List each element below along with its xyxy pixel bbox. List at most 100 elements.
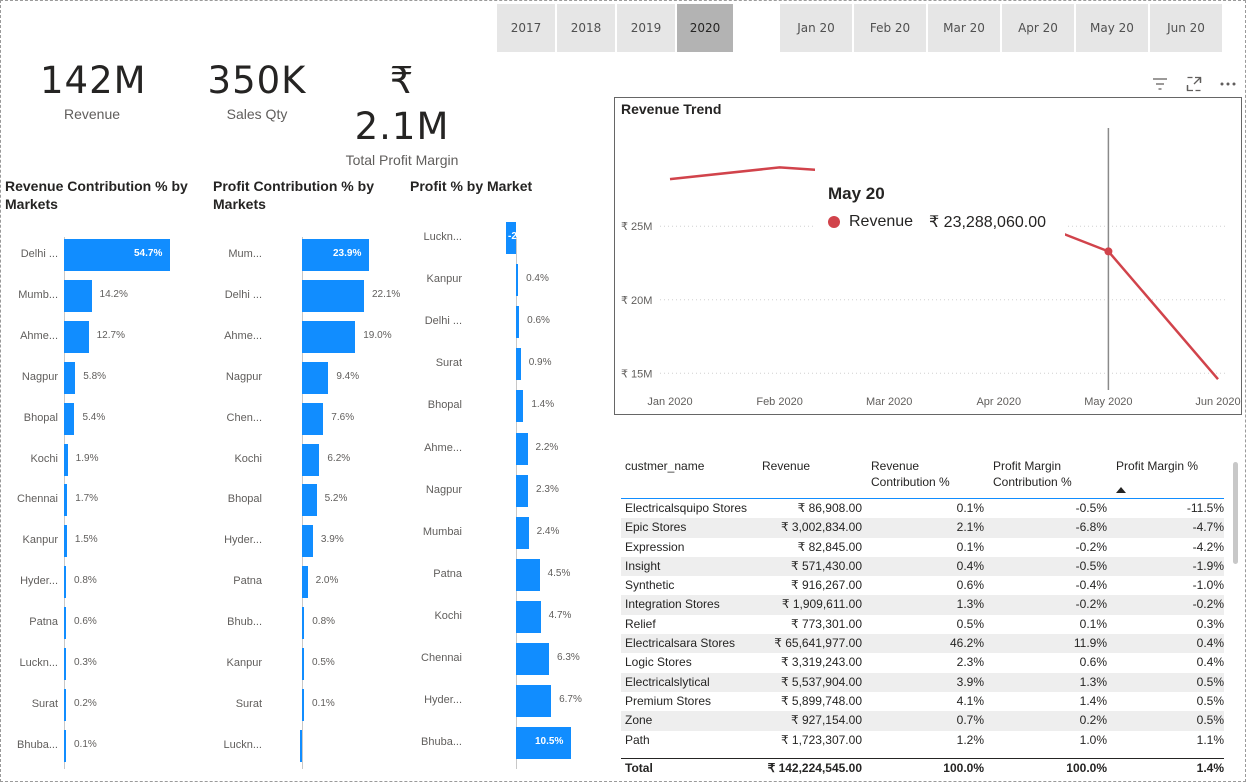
bar[interactable]	[302, 566, 308, 599]
bar-data-label: 1.9%	[75, 452, 99, 464]
bar[interactable]	[516, 685, 552, 718]
table-row[interactable]: Electricalsquipo Stores ₹ 86,908.00 0.1% -0…	[621, 499, 1224, 518]
bar-data-label: 14.2%	[99, 288, 128, 300]
column-header-revenue-contribution[interactable]: Revenue Contribution %	[871, 458, 950, 490]
bar[interactable]	[516, 643, 549, 675]
data-point-marker[interactable]	[1104, 247, 1113, 256]
bar[interactable]	[64, 402, 75, 435]
bar[interactable]	[516, 432, 528, 465]
bar[interactable]	[302, 320, 356, 353]
column-header-revenue[interactable]: Revenue	[762, 458, 810, 474]
table-row[interactable]: Relief ₹ 773,301.00 0.5% 0.1% 0.3%	[621, 615, 1224, 634]
bar[interactable]	[64, 566, 66, 599]
bar[interactable]	[64, 607, 66, 640]
bar[interactable]	[64, 729, 66, 762]
table-row[interactable]: Electricalsara Stores ₹ 65,641,977.00 46.2…	[621, 634, 1224, 654]
table-row[interactable]: Premium Stores ₹ 5,899,748.00 4.1% 1.4% 0.5%	[621, 692, 1224, 711]
table-cell: Electricalslytical	[625, 674, 710, 689]
bar[interactable]	[516, 306, 520, 339]
bar[interactable]	[516, 264, 519, 297]
bar-category-label: Bhuba...	[17, 738, 58, 751]
bar-category-label: Hyder...	[224, 534, 262, 547]
bar-category-label: Chennai	[421, 652, 462, 664]
column-header-custmer-name[interactable]: custmer_name	[625, 458, 704, 474]
bar[interactable]	[64, 484, 68, 517]
table-row[interactable]: Zone ₹ 927,154.00 0.7% 0.2% 0.5%	[621, 711, 1224, 731]
table-cell: ₹ 82,845.00	[797, 539, 862, 554]
bar-category-label: Bhub...	[227, 616, 262, 629]
month-button-may-20[interactable]: May 20	[1076, 4, 1148, 52]
column-header-profit-margin-pct[interactable]: Profit Margin %	[1116, 458, 1198, 474]
table-row[interactable]: Path ₹ 1,723,307.00 1.2% 1.0% 1.1%	[621, 731, 1224, 750]
bar[interactable]	[64, 279, 92, 312]
kpi-label: Total Profit Margin	[345, 152, 459, 168]
bar[interactable]	[64, 320, 89, 353]
table-cell: Epic Stores	[625, 520, 687, 535]
table-cell: 0.5%	[1196, 713, 1224, 728]
bar[interactable]	[64, 443, 68, 476]
bar[interactable]	[302, 279, 364, 312]
more-options-icon[interactable]	[1218, 74, 1238, 94]
filter-icon[interactable]	[1150, 74, 1170, 94]
table-row[interactable]: Epic Stores ₹ 3,002,834.00 2.1% -6.8% -4.7%	[621, 518, 1224, 538]
bar[interactable]	[302, 607, 305, 640]
year-button-2018[interactable]: 2018	[557, 4, 615, 52]
column-header-profit-margin-contribution[interactable]: Profit Margin Contribution %	[993, 458, 1072, 490]
bar[interactable]	[516, 558, 540, 591]
bar-category-label: Mumb...	[18, 288, 58, 301]
table-cell: -0.5%	[1075, 558, 1107, 573]
bar-data-label: 1.5%	[74, 534, 98, 546]
bar[interactable]	[302, 648, 304, 680]
revenue-trend-visual[interactable]: Revenue Trend ₹ 15M ₹ 20M ₹ 25M Jan 2020 Feb…	[614, 97, 1242, 415]
bar-data-label: 9.4%	[336, 370, 360, 382]
table-row[interactable]: Expression ₹ 82,845.00 0.1% -0.2% -4.2%	[621, 538, 1224, 557]
table-row[interactable]: Synthetic ₹ 916,267.00 0.6% -0.4% -1.0%	[621, 576, 1224, 595]
bar-data-label: 19.0%	[363, 329, 392, 341]
bar-data-label: 5.2%	[324, 493, 348, 505]
year-button-2020[interactable]: 2020	[677, 4, 733, 52]
bar[interactable]	[302, 484, 317, 517]
bar[interactable]	[302, 525, 313, 558]
bar-data-label: 0.6%	[74, 616, 97, 628]
bar[interactable]	[302, 688, 304, 721]
tooltip-value: ₹ 23,288,060.00	[929, 214, 1046, 231]
bar[interactable]	[64, 648, 66, 680]
focus-mode-icon[interactable]	[1184, 74, 1204, 94]
table-row[interactable]: Electricalslytical ₹ 5,537,904.00 3.9% 1.3%…	[621, 672, 1224, 692]
month-button-mar-20[interactable]: Mar 20	[928, 4, 1000, 52]
bar-data-label: 1.7%	[75, 493, 99, 505]
bar[interactable]	[300, 729, 302, 762]
bar-data-label: 6.2%	[327, 452, 351, 464]
bar[interactable]	[302, 402, 324, 435]
bar[interactable]	[516, 600, 541, 633]
month-button-feb-20[interactable]: Feb 20	[854, 4, 926, 52]
table-cell: 1.4%	[1079, 693, 1107, 708]
month-button-apr-20[interactable]: Apr 20	[1002, 4, 1074, 52]
table-scrollbar[interactable]	[1233, 462, 1238, 564]
bar[interactable]	[302, 361, 329, 394]
bar[interactable]	[302, 443, 320, 476]
table-cell: 0.2%	[1079, 713, 1107, 728]
bar[interactable]	[516, 390, 524, 423]
bar[interactable]	[516, 474, 529, 507]
table-row[interactable]: Integration Stores ₹ 1,909,611.00 1.3% -0.2…	[621, 595, 1224, 615]
month-button-jan-20[interactable]: Jan 20	[780, 4, 852, 52]
bar-category-label: Nagpur	[21, 370, 58, 383]
month-button-jun-20[interactable]: Jun 20	[1150, 4, 1222, 52]
year-button-2019[interactable]: 2019	[617, 4, 675, 52]
bar-data-label: 0.2%	[74, 697, 97, 709]
table-row[interactable]: Insight ₹ 571,430.00 0.4% -0.5% -1.9%	[621, 556, 1224, 577]
bar[interactable]	[516, 348, 521, 381]
year-button-2017[interactable]: 2017	[497, 4, 555, 52]
table-cell: ₹ 5,537,904.00	[780, 674, 862, 689]
table-cell: 1.0%	[1079, 732, 1107, 747]
bar[interactable]	[64, 688, 66, 721]
bar-data-label: 2.4%	[536, 525, 560, 537]
table-row[interactable]: Logic Stores ₹ 3,319,243.00 2.3% 0.6% 0.4%	[621, 653, 1224, 672]
revenue-trend-line-chart[interactable]: ₹ 15M ₹ 20M ₹ 25M Jan 2020 Feb 2020 Mar 2020 A…	[615, 98, 1241, 414]
bar-category-label: Nagpur	[225, 370, 262, 383]
bar-data-label: 2.2%	[535, 441, 559, 453]
bar[interactable]	[64, 525, 67, 558]
bar[interactable]	[64, 361, 76, 394]
bar[interactable]	[516, 516, 529, 549]
